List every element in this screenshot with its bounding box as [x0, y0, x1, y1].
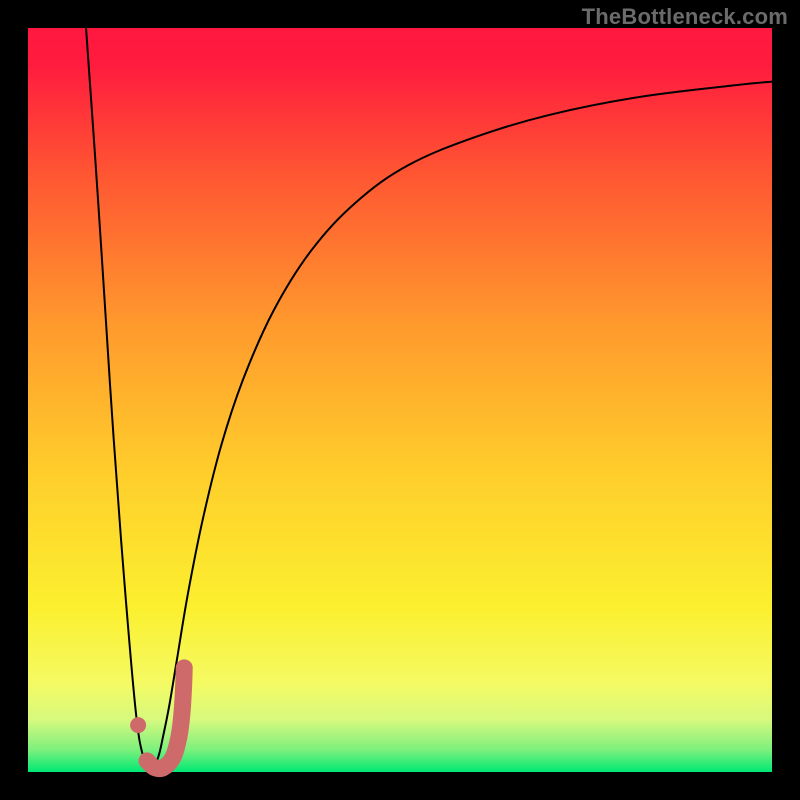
j-marker-dot	[130, 717, 146, 733]
watermark-text: TheBottleneck.com	[582, 4, 788, 30]
plot-area	[28, 28, 772, 772]
chart-svg	[0, 0, 800, 800]
chart-stage: TheBottleneck.com	[0, 0, 800, 800]
